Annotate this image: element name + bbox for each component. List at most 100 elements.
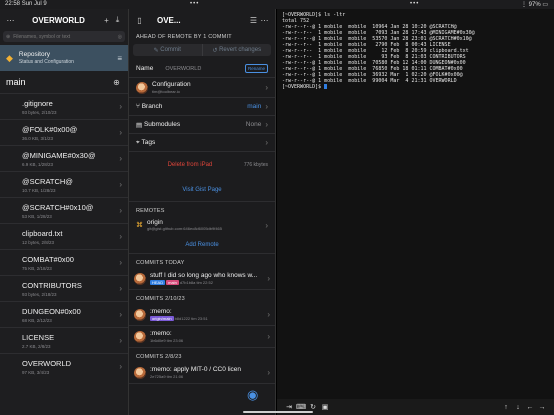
branch-label: Branch xyxy=(141,103,163,110)
terminal-output: [~OVERWORLD]$ ls -ltr total 752 -rw-r--r… xyxy=(277,9,554,93)
home-indicator xyxy=(243,411,313,413)
chevron-right-icon: › xyxy=(119,232,122,241)
ellipsis-icon[interactable]: ⋯ xyxy=(5,15,16,26)
branch-header: main ⊕ xyxy=(0,71,128,93)
file-meta: 97 KB, 3/4/23 xyxy=(22,369,50,375)
file-item[interactable]: @SCRATCH@ 10.7 KB, 1/28/23 › xyxy=(0,171,128,197)
chevron-right-icon: › xyxy=(265,102,268,111)
tab-key-icon[interactable]: ⇥ xyxy=(283,403,295,411)
commit-row[interactable]: :memo: origin/main b8d1222 tim 23:51 › xyxy=(129,304,275,326)
submodules-value: None xyxy=(245,121,262,128)
sidebar-toggle-icon[interactable]: ▯ xyxy=(134,15,145,26)
chevron-right-icon: › xyxy=(119,310,122,319)
chevron-right-icon: › xyxy=(265,120,268,129)
file-meta: 10.7 KB, 1/28/23 xyxy=(22,187,56,193)
name-label: Name xyxy=(136,65,154,72)
file-item[interactable]: @FOLK#0x00@ 36.0 KB, 3/1/23 › xyxy=(0,119,128,145)
chevron-right-icon: › xyxy=(119,258,122,267)
filter-icon[interactable]: ◎ xyxy=(118,34,122,40)
commit-row[interactable]: :memo: 1b6d0e9 tim 23:06 › xyxy=(129,326,275,348)
name-value: OVERWORLD xyxy=(165,65,202,72)
commit-section-label: COMMITS 2/10/23 xyxy=(136,296,185,302)
repo-size: 776 kbytes xyxy=(243,162,268,168)
commit-message: :memo: xyxy=(150,308,172,315)
delete-row: Delete from iPad 776 kbytes xyxy=(129,156,275,174)
chevron-right-icon: › xyxy=(119,180,122,189)
file-item[interactable]: @SCRATCH#0x10@ 53 KB, 1/28/23 › xyxy=(0,197,128,223)
remote-icon: ⌘ xyxy=(136,222,143,229)
chevron-right-icon: › xyxy=(267,332,270,341)
file-item[interactable]: .gitignore 93 bytes, 2/10/23 › xyxy=(0,93,128,119)
terminal-pane[interactable]: [~OVERWORLD]$ ls -ltr total 752 -rw-r--r… xyxy=(277,9,554,415)
file-name: OVERWORLD xyxy=(22,358,72,368)
commit-row[interactable]: :memo: apply MIT-0 / CC0 licen 2e725a9 ti… xyxy=(129,362,275,384)
search-input[interactable]: ⊕ Filenames, symbol or text ◎ xyxy=(3,31,125,42)
commit-message: :memo: xyxy=(150,330,172,337)
branch-row[interactable]: ⑂ Branch main › xyxy=(129,98,275,116)
arrow-down-icon[interactable]: ↓ xyxy=(512,404,524,411)
file-item[interactable]: COMBAT#0x00 75 KB, 2/18/23 › xyxy=(0,249,128,275)
add-remote-button[interactable]: Add Remote xyxy=(129,236,275,254)
commit-row[interactable]: stuff I did so long ago who knows w... HE… xyxy=(129,268,275,290)
clipboard-icon[interactable]: ▣ xyxy=(319,403,331,411)
chevron-right-icon: › xyxy=(119,128,122,137)
repository-item[interactable]: ◆ Repository Status and Configuration ≡ xyxy=(0,45,128,71)
rename-button[interactable]: Rename xyxy=(244,64,268,73)
multitask-dots-icon-right[interactable]: ••• xyxy=(410,1,419,7)
file-meta: 68 KB, 2/12/23 xyxy=(22,317,52,323)
commit-graph-icon[interactable]: ☰ xyxy=(248,15,259,26)
keyboard-icon[interactable]: ⌨ xyxy=(295,403,307,411)
commit-button[interactable]: ✎ Commit xyxy=(133,44,202,56)
repository-panel: ▯ OVE... ☰ ⋯ AHEAD OF REMOTE BY 1 COMMIT… xyxy=(129,9,276,415)
panel-title: OVE... xyxy=(157,15,181,25)
submodules-label: Submodules xyxy=(143,121,181,128)
visit-gist-button[interactable]: Visit Gist Page xyxy=(129,178,275,202)
file-item[interactable]: LICENSE 2.7 KB, 2/8/23 › xyxy=(0,327,128,353)
revert-button[interactable]: ↺ Revert changes xyxy=(201,44,272,56)
commit-meta: HEAD main d7b1b8a tim 22:52 xyxy=(150,280,213,285)
avatar xyxy=(134,308,146,321)
commit-meta: 2e725a9 tim 21:06 xyxy=(150,374,184,379)
chevron-right-icon: › xyxy=(119,206,122,215)
plus-icon[interactable]: + xyxy=(101,15,112,26)
file-meta: 12 bytes, 2/8/23 xyxy=(22,239,55,245)
delete-button[interactable]: Delete from iPad xyxy=(136,162,244,168)
more-icon[interactable]: ⋯ xyxy=(259,15,270,26)
chevron-right-icon: › xyxy=(119,362,122,371)
file-item[interactable]: DUNGEON#0x00 68 KB, 2/12/23 › xyxy=(0,301,128,327)
file-meta: 36.0 KB, 3/1/23 xyxy=(22,135,54,141)
repository-subtitle: Status and Configuration xyxy=(18,59,74,65)
tags-row[interactable]: ⌖ Tags › xyxy=(129,134,275,152)
arrow-up-icon[interactable]: ↑ xyxy=(500,404,512,411)
remote-row[interactable]: ⌘ origin git@gist.github.com:646ec8d6005… xyxy=(129,214,275,236)
history-icon[interactable]: ↻ xyxy=(307,403,319,411)
ref-tag: HEAD xyxy=(150,280,166,285)
configuration-row[interactable]: Configuration tim@toolbear.io › xyxy=(129,78,275,98)
commit-meta: origin/main b8d1222 tim 23:51 xyxy=(150,316,208,321)
file-meta: 6.9 KB, 1/28/23 xyxy=(22,161,54,167)
submodules-icon: ▤ xyxy=(136,121,144,129)
file-item[interactable]: OVERWORLD 97 KB, 3/4/23 › xyxy=(0,353,128,379)
chevron-right-icon: › xyxy=(265,220,268,230)
commit-section-label: COMMITS 2/8/23 xyxy=(136,354,182,360)
terminal-toolbar: ⇥ ⌨ ↻ ▣ ↑ ↓ ← → xyxy=(277,399,554,415)
branch-add-icon[interactable]: ⊕ xyxy=(111,77,122,88)
sidebar-header: ⋯ OVERWORLD + ⤓ xyxy=(0,9,128,31)
fingerprint-icon[interactable]: ◉ xyxy=(247,387,263,403)
arrow-right-icon[interactable]: → xyxy=(536,404,548,411)
submodules-row[interactable]: ▤ Submodules None › xyxy=(129,116,275,134)
file-item[interactable]: clipboard.txt 12 bytes, 2/8/23 › xyxy=(0,223,128,249)
multitask-dots-icon[interactable]: ••• xyxy=(190,1,199,7)
file-meta: 93 bytes, 2/18/23 xyxy=(22,291,57,297)
repo-title: OVERWORLD xyxy=(32,15,85,25)
file-name: .gitignore xyxy=(22,98,53,108)
download-icon[interactable]: ⤓ xyxy=(112,15,123,26)
file-list: .gitignore 93 bytes, 2/10/23 › @FOLK#0x00@ 3… xyxy=(0,93,128,379)
chevron-right-icon: › xyxy=(267,368,270,377)
file-item[interactable]: CONTRIBUTORS 93 bytes, 2/18/23 › xyxy=(0,275,128,301)
file-item[interactable]: @MINIGAME#0x30@ 6.9 KB, 1/28/23 › xyxy=(0,145,128,171)
ref-tag: main xyxy=(166,280,179,285)
avatar xyxy=(134,330,146,343)
arrow-left-icon[interactable]: ← xyxy=(524,404,536,411)
chevron-right-icon: › xyxy=(265,138,268,147)
